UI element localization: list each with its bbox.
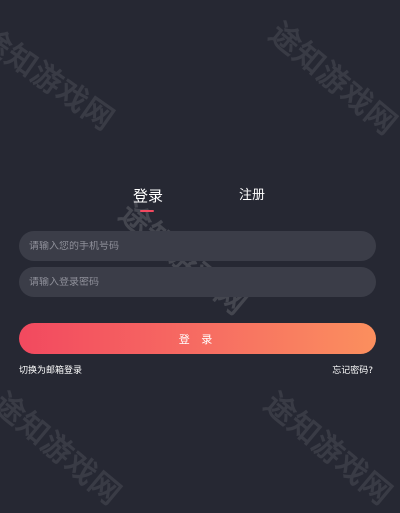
tab-login[interactable]: 登录 <box>133 186 163 206</box>
watermark: 途知游戏网 <box>0 386 128 513</box>
forgot-password-link[interactable]: 忘记密码? <box>332 365 373 377</box>
switch-to-email-login-link[interactable]: 切换为邮箱登录 <box>19 365 82 377</box>
login-button[interactable]: 登 录 <box>19 323 376 354</box>
phone-field[interactable] <box>19 231 376 261</box>
watermark: 途知游戏网 <box>262 16 400 143</box>
login-screen: 途知游戏网 途知游戏网 途知游戏网 途知游戏网 途知游戏网 登录 注册 登 录 … <box>0 0 400 513</box>
tab-register[interactable]: 注册 <box>239 186 265 206</box>
phone-input[interactable] <box>29 240 366 252</box>
watermark: 途知游戏网 <box>0 20 121 139</box>
active-tab-indicator <box>140 210 154 212</box>
password-input[interactable] <box>29 276 366 288</box>
password-field[interactable] <box>19 267 376 297</box>
auth-tabs: 登录 注册 <box>0 186 400 216</box>
watermark: 途知游戏网 <box>257 386 399 513</box>
